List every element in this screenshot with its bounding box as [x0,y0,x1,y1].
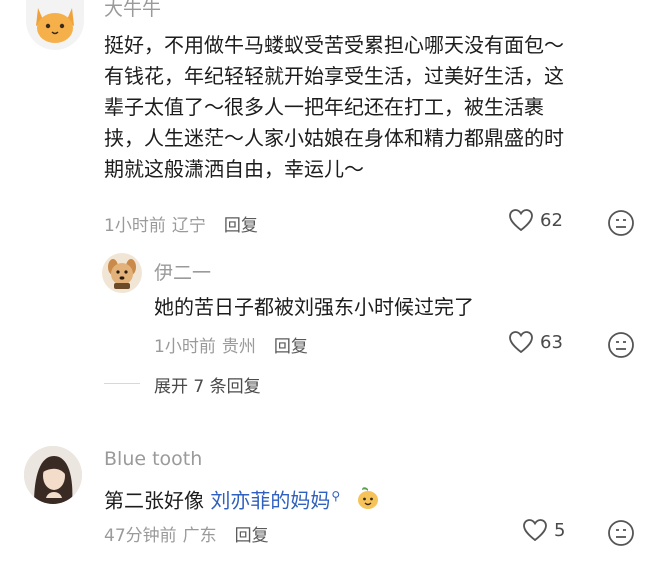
emoji-reaction-button[interactable] [607,331,635,363]
like-count: 63 [540,331,563,353]
comment-text-line: 挺好，不用做牛马蝼蚁受苦受累担心哪天没有面包～ [104,33,564,57]
location: 辽宁 [171,216,206,236]
location: 贵州 [221,337,256,357]
comment-text-line: 挟，人生迷茫～人家小姑娘在身体和精力都鼎盛的时 [104,126,564,150]
like-button[interactable]: 63 [508,330,563,354]
location: 广东 [182,526,217,546]
comment-meta: 1小时前 贵州 回复 [154,332,308,357]
like-button[interactable]: 5 [522,518,565,542]
emoji-reaction-button[interactable] [607,209,635,241]
comment-text-line: 有钱花，年纪轻轻就开始享受生活，过美好生活，这 [104,64,564,88]
reply-button[interactable]: 回复 [274,332,308,357]
avatar[interactable] [26,0,84,50]
meh-face-icon [608,332,634,358]
like-button[interactable]: 62 [508,208,563,232]
comment-text-line: 期就这般潇洒自由，幸运儿～ [104,157,364,181]
search-icon[interactable]: ⚲ [331,489,340,503]
avatar[interactable] [24,446,82,504]
avatar[interactable] [102,253,142,293]
dog-avatar-icon [108,259,136,289]
woman-avatar-icon [24,446,82,504]
comment-text: 挺好，不用做牛马蝼蚁受苦受累担心哪天没有面包～ 有钱花，年纪轻轻就开始享受生活，… [104,30,644,185]
emoji-reaction-button[interactable] [607,519,635,551]
heart-icon [509,331,533,354]
meh-face-icon [608,520,634,546]
expand-divider [104,383,140,384]
username[interactable]: 伊二一 [154,258,211,285]
reply-button[interactable]: 回复 [235,521,269,546]
timestamp: 47分钟前 [104,526,177,546]
like-count: 62 [540,209,563,231]
comment-meta: 1小时前 辽宁 回复 [104,211,258,236]
username[interactable]: Blue tooth [104,448,202,470]
heart-icon [523,519,547,542]
mention-link[interactable]: 刘亦菲的妈妈 [210,489,330,513]
expand-replies-button[interactable]: 展开 7 条回复 [154,372,261,397]
cat-face-icon [36,8,74,43]
comment-text-line: 辈子太值了～很多人一把年纪还在打工，被生活裹 [104,95,544,119]
reply-button[interactable]: 回复 [224,211,258,236]
timestamp: 1小时前 [104,216,166,236]
comment-text-prefix: 第二张好像 [104,488,211,513]
meh-face-icon [608,210,634,236]
comment-meta: 47分钟前 广东 回复 [104,521,269,546]
comment-text: 第二张好像 刘亦菲的妈妈⚲ [104,481,624,520]
comment-text: 她的苦日子都被刘强东小时候过完了 [154,295,474,319]
peach-emoji-icon [355,485,381,520]
username[interactable]: 大牛牛 [104,0,161,21]
heart-icon [509,209,533,232]
timestamp: 1小时前 [154,337,216,357]
like-count: 5 [554,519,566,541]
